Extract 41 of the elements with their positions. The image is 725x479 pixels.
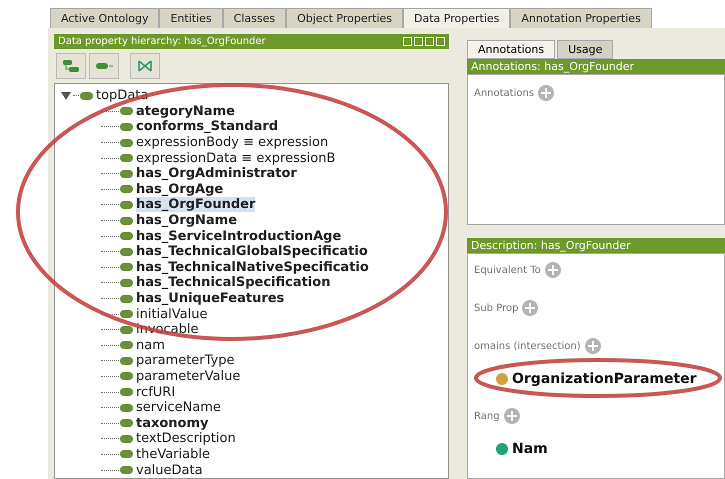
tree-item[interactable]: taxonomy <box>136 416 209 431</box>
tab[interactable]: Object Properties <box>286 8 404 28</box>
tree-item[interactable]: serviceName <box>136 400 221 416</box>
section-label: Sub Prop <box>474 302 518 314</box>
tree-item[interactable]: conforms_Standard <box>136 119 278 134</box>
panel-title: Annotations: has_OrgFounder <box>467 59 725 74</box>
tree-item[interactable]: initialValue <box>136 306 208 322</box>
tree-item[interactable]: parameterValue <box>136 368 240 384</box>
section-label: Annotations <box>474 88 534 98</box>
tree-item[interactable]: has_OrgName <box>136 213 238 228</box>
tree-item[interactable]: has_TechnicalGlobalSpecificatio <box>136 244 368 260</box>
tab[interactable]: Annotation Properties <box>510 8 652 28</box>
panel-title: Description: has_OrgFounder <box>467 238 725 253</box>
entity-name[interactable]: Nam <box>512 441 548 457</box>
tab[interactable]: Data Properties <box>403 8 510 28</box>
tree-item[interactable]: theVariable <box>136 446 210 462</box>
tree-item[interactable]: has_ServiceIntroductionAge <box>136 228 342 244</box>
tree-item[interactable]: ategoryName <box>136 104 235 119</box>
tree-item[interactable]: has_OrgAdministrator <box>136 166 297 182</box>
tree-item[interactable]: parameterType <box>136 353 234 368</box>
tab[interactable]: Annotations <box>467 40 556 59</box>
tab[interactable]: Entities <box>159 8 223 28</box>
panel-title: Data property hierarchy: has_OrgFounder <box>58 36 266 47</box>
section-label: Rang <box>474 410 500 422</box>
tab[interactable]: Classes <box>222 8 286 28</box>
tree-item[interactable]: has_OrgFounder <box>136 197 256 212</box>
section-label: omains (intersection) <box>474 340 581 352</box>
section-label: Equivalent To <box>474 264 541 276</box>
tree-item[interactable]: has_TechnicalSpecification <box>136 275 330 290</box>
tree-item[interactable]: expressionBody ≡ expression <box>136 135 328 150</box>
tree-item[interactable]: nam <box>136 338 165 353</box>
tree-item[interactable]: has_TechnicalNativeSpecificatio <box>136 260 369 275</box>
tree-item[interactable]: has_UniqueFeatures <box>136 291 284 306</box>
tree-item[interactable]: textDescription <box>136 431 236 446</box>
tree-item[interactable]: has_OrgAge <box>136 182 224 197</box>
tree-item[interactable]: valueData <box>136 462 203 478</box>
tree-item[interactable]: rcfURI <box>136 384 176 400</box>
tab[interactable]: Active Ontology <box>50 8 160 28</box>
tab[interactable]: Usage <box>557 40 614 59</box>
tree-item[interactable]: expressionData ≡ expressionB <box>136 150 336 166</box>
entity-name[interactable]: OrganizationParameter <box>512 371 697 387</box>
